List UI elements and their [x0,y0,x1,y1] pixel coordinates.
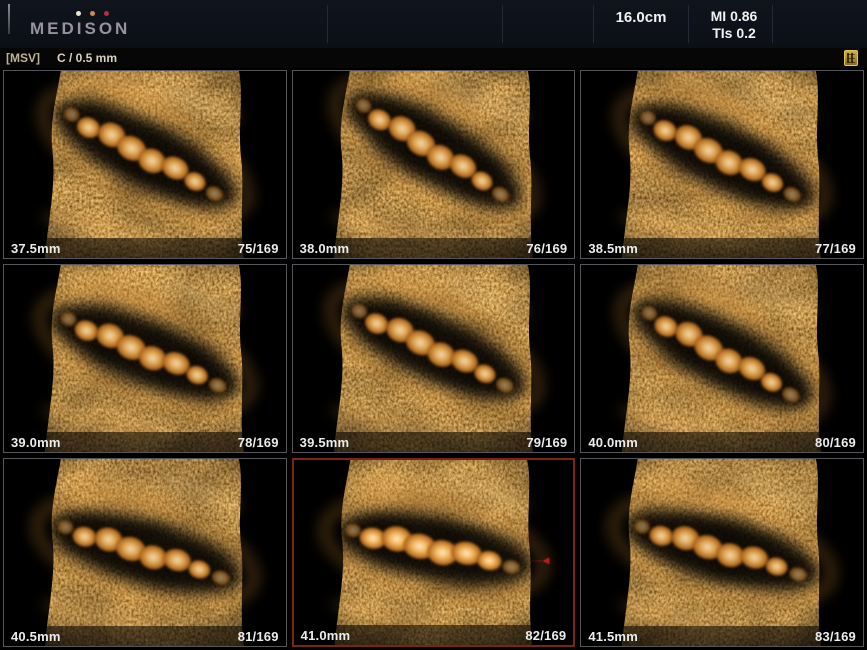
ultrasound-image [581,71,863,258]
slice-label-bar: 39.0mm 78/169 [4,432,286,452]
slice-grid: 37.5mm 75/169 38.0m [0,68,867,650]
slice-frame-label: 82/169 [525,628,566,643]
slice-depth-label: 39.5mm [300,435,350,450]
ultrasound-image [293,71,575,258]
logo-dot-white-icon [76,11,81,16]
slice-frame-label: 83/169 [815,629,856,644]
slice-frame-label: 77/169 [815,241,856,256]
ultrasound-render [4,459,286,646]
slice-depth-label: 41.5mm [588,629,638,644]
ultrasound-screen: MEDISON 16.0cm MI 0.86 TIs 0.2 [MSV] C /… [0,0,867,650]
slice-frame-label: 75/169 [238,241,279,256]
ultrasound-slice[interactable]: 38.5mm 77/169 [580,70,864,259]
acoustic-output-readout: MI 0.86 TIs 0.2 [698,8,770,42]
ultrasound-slice[interactable]: 41.5mm 83/169 [580,458,864,647]
logo-dot-amber-icon [90,11,95,16]
slice-label-bar: 37.5mm 75/169 [4,238,286,258]
slice-frame-label: 80/169 [815,435,856,450]
ultrasound-render [294,460,574,645]
ultrasound-slice[interactable]: 41.0mm 82/169 ◄ [292,458,576,647]
ultrasound-image [581,459,863,646]
slice-label-bar: 39.5mm 79/169 [293,432,575,452]
msv-mode-label: [MSV] [6,51,40,65]
slice-label-bar: 38.5mm 77/169 [581,238,863,258]
ultrasound-slice[interactable]: 39.5mm 79/169 [292,264,576,453]
ultrasound-image [294,460,574,645]
slice-depth-label: 40.0mm [588,435,638,450]
brand-logo: MEDISON [30,6,150,46]
ultrasound-render [581,459,863,646]
ultrasound-render [4,265,286,452]
ultrasound-render [293,265,575,452]
slice-label-bar: 40.0mm 80/169 [581,432,863,452]
ultrasound-slice[interactable]: 38.0mm 76/169 [292,70,576,259]
slice-label-bar: 41.5mm 83/169 [581,626,863,646]
ultrasound-image [4,71,286,258]
header-divider [772,5,773,43]
slice-depth-label: 39.0mm [11,435,61,450]
tis-value: TIs 0.2 [698,25,770,42]
ultrasound-render [293,71,575,258]
mi-value: MI 0.86 [698,8,770,25]
left-edge-tick [8,4,10,34]
header-divider [593,5,594,43]
slice-depth-label: 41.0mm [301,628,351,643]
slice-frame-label: 79/169 [526,435,567,450]
ultrasound-render [581,71,863,258]
slice-label-bar: 41.0mm 82/169 [294,625,574,645]
slice-depth-label: 38.5mm [588,241,638,256]
mode-status-bar: [MSV] C / 0.5 mm [0,48,867,68]
depth-readout: 16.0cm [600,9,682,26]
slice-frame-label: 81/169 [238,629,279,644]
ultrasound-render [4,71,286,258]
ultrasound-slice[interactable]: 39.0mm 78/169 [3,264,287,453]
ultrasound-slice[interactable]: 40.0mm 80/169 [580,264,864,453]
ultrasound-image [293,265,575,452]
slice-label-bar: 38.0mm 76/169 [293,238,575,258]
ultrasound-render [581,265,863,452]
slice-frame-label: 76/169 [526,241,567,256]
multislice-grid-icon[interactable] [844,50,858,66]
ultrasound-slice[interactable]: 40.5mm 81/169 [3,458,287,647]
ultrasound-image [4,265,286,452]
ultrasound-image [581,265,863,452]
slice-spacing-label: C / 0.5 mm [57,51,117,65]
slice-depth-label: 37.5mm [11,241,61,256]
header-divider [502,5,503,43]
brand-name: MEDISON [30,19,130,39]
slice-depth-label: 40.5mm [11,629,61,644]
slice-depth-label: 38.0mm [300,241,350,256]
header-divider [688,5,689,43]
header-divider [327,5,328,43]
logo-dot-red-icon [104,11,109,16]
ultrasound-slice[interactable]: 37.5mm 75/169 [3,70,287,259]
logo-dots [76,11,109,16]
slice-frame-label: 78/169 [238,435,279,450]
slice-label-bar: 40.5mm 81/169 [4,626,286,646]
header-bar: MEDISON 16.0cm MI 0.86 TIs 0.2 [0,0,867,48]
ultrasound-image [4,459,286,646]
